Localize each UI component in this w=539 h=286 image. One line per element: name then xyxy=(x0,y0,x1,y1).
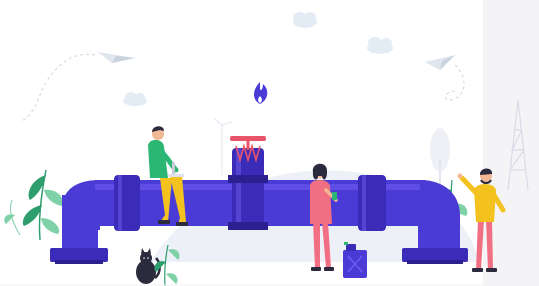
valve xyxy=(228,136,268,230)
valve-handle xyxy=(230,136,266,141)
pipeline-scene xyxy=(0,0,539,286)
pipe-flange xyxy=(50,248,108,262)
paper-plane-icon xyxy=(19,52,135,123)
plant-left xyxy=(4,169,64,241)
flame-icon xyxy=(254,82,268,104)
paper-plane-icon xyxy=(425,55,465,101)
illustration-canvas xyxy=(0,0,539,286)
cloud-icon xyxy=(367,37,393,54)
pipe-flange xyxy=(402,248,468,262)
wind-turbine-icon xyxy=(213,117,233,175)
phone-icon xyxy=(332,192,337,200)
cloud-icon xyxy=(293,12,317,28)
pipe-flange xyxy=(114,175,140,231)
cloud-icon xyxy=(123,92,147,106)
